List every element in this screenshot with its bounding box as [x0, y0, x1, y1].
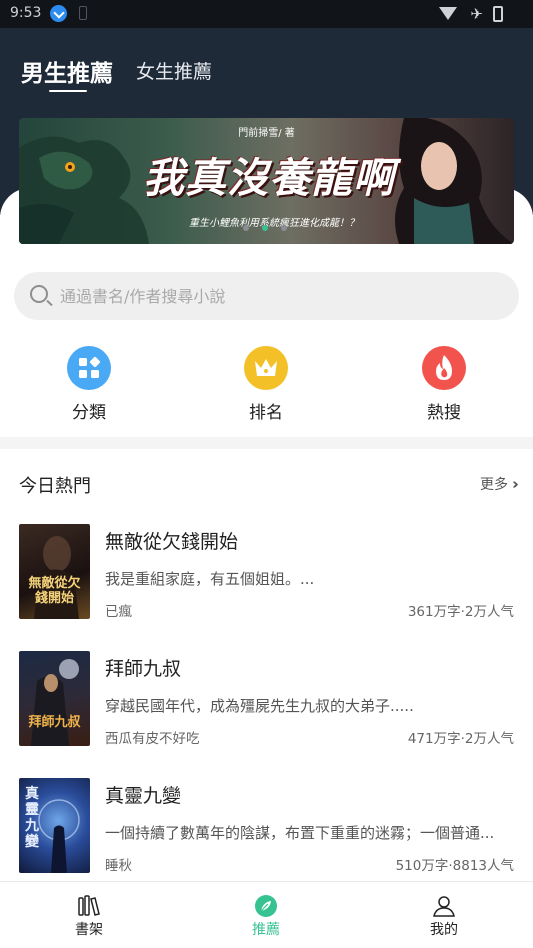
wifi-icon [439, 7, 457, 20]
bluetooth-icon [79, 6, 87, 20]
book-stats: 471万字·2万人气 [407, 731, 514, 747]
more-label: 更多 [480, 477, 508, 493]
quick-entry-label: 熱搜 [427, 403, 461, 423]
double-chevron-right-icon: ›› [512, 475, 519, 493]
banner-dot-active[interactable] [262, 225, 268, 231]
nav-bookshelf[interactable]: 書架 [29, 882, 149, 948]
book-cover-title: 拜師九叔 [28, 715, 81, 730]
book-stats: 510万字·8813人气 [395, 858, 514, 874]
banner-dot[interactable] [243, 225, 249, 231]
nav-profile[interactable]: 我的 [384, 882, 504, 948]
book-description: 我是重組家庭，有五個姐姐。... [105, 570, 315, 588]
nav-label: 我的 [430, 922, 458, 938]
status-bar: 9:53 ✈ [0, 0, 533, 28]
section-divider [0, 437, 533, 449]
banner-subtitle: 重生小鯉魚利用系統瘋狂進化成龍！？ [189, 218, 359, 229]
book-item[interactable]: 拜師九叔 拜師九叔 穿越民國年代，成為殭屍先生九叔的大弟子..... 西瓜有皮不… [0, 651, 533, 751]
tab-female[interactable]: 女生推薦 [136, 57, 212, 84]
search-bar[interactable] [14, 272, 519, 320]
profile-icon [433, 896, 455, 917]
quick-entry-ranking[interactable]: 排名 [221, 346, 311, 426]
book-item[interactable]: 真靈九變 真靈九變 一個持續了數萬年的陰謀，布置下重重的迷霧；一個普通... 睡… [0, 778, 533, 878]
tab-male[interactable]: 男生推薦 [21, 54, 113, 88]
section-title: 今日熱門 [19, 476, 91, 497]
airplane-icon: ✈ [470, 5, 483, 23]
book-description: 穿越民國年代，成為殭屍先生九叔的大弟子..... [105, 697, 414, 715]
book-cover-title: 無敵從欠錢開始 [28, 576, 81, 606]
download-icon [50, 5, 67, 22]
book-cover[interactable]: 無敵從欠錢開始 [19, 524, 90, 619]
book-author: 已瘋 [105, 604, 132, 620]
book-stats: 361万字·2万人气 [407, 604, 514, 620]
active-tab-indicator [49, 90, 87, 92]
book-title: 真靈九變 [105, 785, 182, 807]
book-item[interactable]: 無敵從欠錢開始 無敵從欠錢開始 我是重組家庭，有五個姐姐。... 已瘋 361万… [0, 524, 533, 624]
category-icon [67, 346, 111, 390]
nav-label: 書架 [75, 922, 103, 938]
quick-entry-category[interactable]: 分類 [44, 346, 134, 426]
bottom-navigation: 書架 推薦 我的 [0, 881, 533, 948]
crown-icon [244, 346, 288, 390]
banner-title: 我真沒養龍啊 [143, 154, 395, 202]
battery-icon [493, 6, 503, 22]
quick-entry-label: 分類 [72, 403, 106, 423]
quick-entry-label: 排名 [249, 403, 283, 423]
banner-author: 門前掃雪/ 著 [238, 128, 295, 139]
bookshelf-icon [78, 895, 100, 916]
nav-recommend[interactable]: 推薦 [206, 882, 326, 948]
book-author: 睡秋 [105, 858, 132, 874]
quick-entry-hot-search[interactable]: 熱搜 [399, 346, 489, 426]
nav-label: 推薦 [252, 922, 280, 938]
status-time: 9:53 [10, 5, 42, 21]
search-input[interactable] [60, 283, 500, 309]
book-title: 拜師九叔 [105, 658, 182, 680]
book-title: 無敵從欠錢開始 [105, 531, 239, 553]
recommend-leaf-icon [255, 895, 277, 917]
flame-icon [422, 346, 466, 390]
banner-dot[interactable] [281, 225, 287, 231]
book-description: 一個持續了數萬年的陰謀，布置下重重的迷霧；一個普通... [105, 824, 495, 842]
book-cover[interactable]: 真靈九變 [19, 778, 90, 873]
book-cover[interactable]: 拜師九叔 [19, 651, 90, 746]
book-cover-title: 真靈九變 [25, 786, 39, 850]
search-icon [30, 285, 48, 303]
book-author: 西瓜有皮不好吃 [105, 731, 200, 747]
more-button[interactable]: 更多 ›› [480, 474, 519, 494]
